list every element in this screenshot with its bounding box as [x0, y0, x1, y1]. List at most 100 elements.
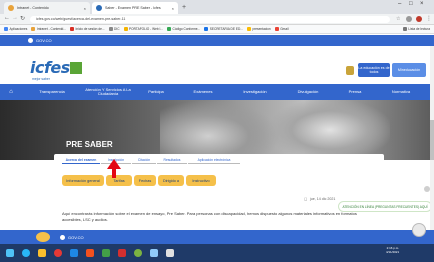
gov-co-logo-icon: [28, 38, 33, 43]
word-icon[interactable]: [70, 249, 78, 257]
bookmark-item[interactable]: PORTAFOLIO - Web I...: [123, 27, 164, 31]
close-tab-icon[interactable]: ×: [81, 6, 86, 11]
browser-tab-icfes[interactable]: Saber - Examen PRE Saber - Icfes ×: [92, 2, 178, 14]
new-tab-icon[interactable]: +: [182, 4, 186, 11]
icfes-favicon-icon: [96, 5, 102, 11]
close-tab-icon[interactable]: ×: [169, 6, 174, 11]
icfes-logo[interactable]: icfes: [30, 58, 70, 77]
login-icon: [69, 27, 74, 31]
menu-dots-icon[interactable]: ⋮: [426, 15, 432, 22]
bookmarks-bar: Aplicaciones Intranet - Contenid... Inic…: [0, 25, 434, 34]
gmail-icon: [274, 27, 279, 31]
url-input[interactable]: icfes.gov.co/web/guest/acerca-del-examen…: [30, 16, 390, 23]
tarifas-button[interactable]: Tarifas: [106, 175, 132, 186]
app-icon[interactable]: [166, 249, 174, 257]
nav-item-atencion[interactable]: Atención Y Servicios A La Ciudadanía: [82, 87, 134, 97]
excel-icon[interactable]: [102, 249, 110, 257]
bookmark-label: Inicio de sesión de...: [75, 27, 105, 31]
bookmark-item[interactable]: SECRETARIA DE ED...: [204, 27, 243, 31]
system-clock[interactable]: 2:16 p.m. 4/11/2021: [386, 246, 399, 254]
bookmark-label: Código Conforme...: [172, 27, 201, 31]
browser-tab-intranet[interactable]: Intranet - Contenido ×: [4, 2, 90, 14]
globe-icon: [108, 27, 113, 31]
hero-photo-students: [270, 100, 390, 160]
icfes-logo-mark-icon: [70, 62, 82, 74]
scrollbar-thumb[interactable]: [430, 120, 434, 160]
education-icon: [204, 27, 209, 31]
main-nav: ⌂ Transparencia Atención Y Servicios A L…: [0, 84, 434, 100]
nav-item-normativa[interactable]: Normativa: [376, 89, 426, 95]
gov-co-top-bar: GOV.CO: [0, 35, 434, 46]
bookmark-item[interactable]: Código Conforme...: [167, 27, 200, 31]
gov-co-logo-icon: [60, 234, 65, 240]
minimize-icon[interactable]: –: [398, 1, 401, 7]
dirigido-a-button[interactable]: Dirigido a: [158, 175, 184, 186]
file-explorer-icon[interactable]: [38, 249, 46, 257]
colombia-brand-icon: [36, 232, 50, 242]
clock-date: 4/11/2021: [386, 250, 400, 254]
reload-icon[interactable]: ↻: [20, 15, 25, 22]
drive-icon: [167, 27, 172, 31]
intro-paragraph: Aquí encontrarás información sobre el ex…: [62, 211, 357, 222]
chrome-icon[interactable]: [54, 249, 62, 257]
bookmark-item[interactable]: DIC: [108, 27, 120, 31]
maximize-icon[interactable]: □: [409, 1, 413, 7]
close-window-icon[interactable]: ×: [420, 1, 424, 7]
intranet-icon: [31, 27, 36, 31]
forward-icon[interactable]: →: [12, 15, 18, 21]
instructivo-button[interactable]: Instructivo: [186, 175, 216, 186]
star-icon[interactable]: ☆: [396, 16, 400, 22]
reading-list[interactable]: Lista de lectura: [402, 27, 434, 31]
bookmark-label: Intranet - Contenid...: [36, 27, 66, 31]
bookmark-label: Aplicaciones: [9, 27, 28, 31]
bookmark-item[interactable]: Gmail: [274, 27, 289, 31]
hero-photo-students: [160, 100, 280, 160]
tab-acerca-del-examen[interactable]: Acerca del examen: [62, 156, 100, 164]
nav-item-examenes[interactable]: Exámenes: [178, 89, 228, 95]
reading-list-icon: [402, 27, 407, 31]
publish-date: jue, 14 dic 2021: [310, 197, 336, 201]
informacion-general-button[interactable]: Información general: [62, 175, 104, 186]
ie-icon[interactable]: [22, 249, 30, 257]
faq-help-pill[interactable]: ATENCIÓN EN LÍNEA (PREGUNTAS FRECUENTES)…: [338, 201, 432, 212]
app-icon[interactable]: [150, 249, 158, 257]
bookmark-label: Lista de lectura: [408, 27, 430, 31]
app-icon[interactable]: [134, 249, 142, 257]
profile-avatar[interactable]: [416, 16, 422, 22]
gov-co-footer-link[interactable]: GOV.CO: [68, 235, 84, 240]
bookmark-item[interactable]: Aplicaciones: [4, 27, 27, 31]
extensions-icon[interactable]: [406, 16, 412, 22]
nav-item-participa[interactable]: Participa: [134, 89, 178, 95]
bookmark-label: presentacion: [252, 27, 271, 31]
bookmark-label: SECRETARIA DE ED...: [209, 27, 243, 31]
tab-label: Saber - Examen PRE Saber - Icfes: [105, 6, 161, 10]
tab-resultados[interactable]: Resultados: [157, 156, 187, 164]
portfolio-icon: [123, 27, 128, 31]
gov-co-link[interactable]: GOV.CO: [36, 38, 52, 43]
windows-taskbar: [0, 244, 434, 262]
bookmark-item[interactable]: presentacion: [246, 27, 271, 31]
home-icon[interactable]: ⌂: [0, 89, 22, 94]
slides-icon: [246, 27, 251, 31]
nav-item-divulgacion[interactable]: Divulgación: [282, 89, 334, 95]
bookmark-label: PORTAFOLIO - Web I...: [129, 27, 164, 31]
back-icon[interactable]: ←: [4, 15, 10, 21]
tab-citacion[interactable]: Citación: [132, 156, 156, 164]
intranet-favicon-icon: [8, 5, 14, 11]
tab-label: Intranet - Contenido: [17, 6, 49, 10]
gov-co-footer-bar: GOV.CO: [0, 230, 434, 244]
powerpoint-icon[interactable]: [86, 249, 94, 257]
nav-item-prensa[interactable]: Prensa: [334, 89, 376, 95]
windows-start-icon[interactable]: [6, 249, 14, 257]
bookmark-item[interactable]: Inicio de sesión de...: [69, 27, 105, 31]
mineducacion-button[interactable]: Mineducación: [392, 63, 426, 77]
education-for-all-button[interactable]: La educación es de todos: [358, 63, 390, 77]
virtual-assistant-avatar[interactable]: [412, 223, 426, 237]
nav-item-transparencia[interactable]: Transparencia: [22, 89, 82, 95]
fechas-button[interactable]: Fechas: [134, 175, 156, 186]
acrobat-icon[interactable]: [118, 249, 126, 257]
tab-aplicacion-electronica[interactable]: Aplicación electrónica: [188, 156, 240, 164]
bookmark-item[interactable]: Intranet - Contenid...: [31, 27, 66, 31]
icfes-logo-tagline: mejor saber: [32, 77, 50, 81]
nav-item-investigacion[interactable]: Investigación: [228, 89, 282, 95]
